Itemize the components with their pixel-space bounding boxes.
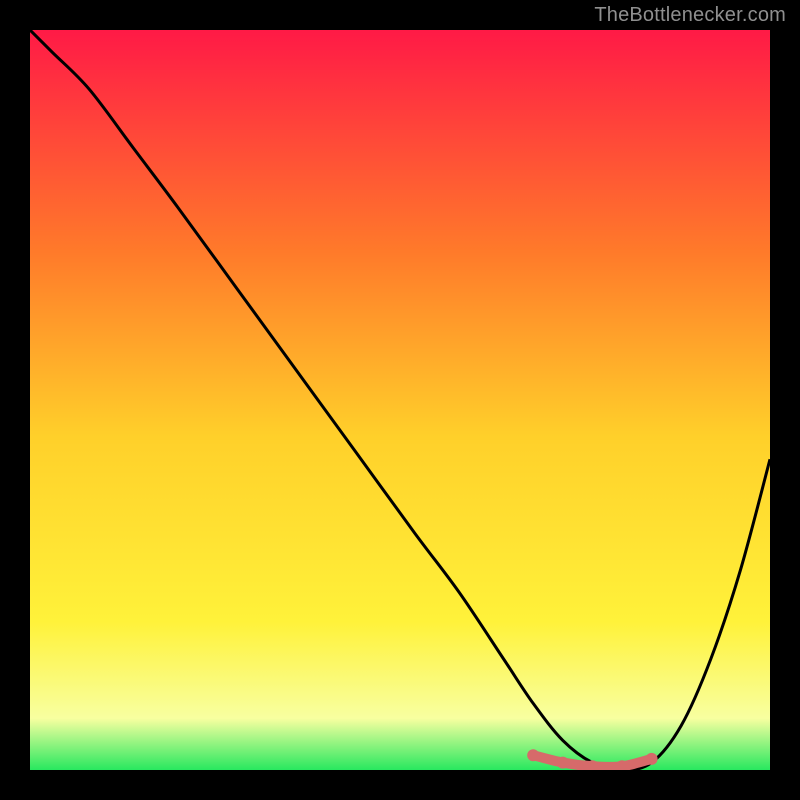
chart-container: TheBottlenecker.com <box>0 0 800 800</box>
chart-svg <box>30 30 770 770</box>
gradient-background <box>30 30 770 770</box>
plot-area <box>30 30 770 770</box>
attribution-label: TheBottlenecker.com <box>594 4 786 27</box>
optimal-zone-dot <box>527 749 539 761</box>
optimal-zone-dot <box>557 757 569 769</box>
optimal-zone-dot <box>646 753 658 765</box>
